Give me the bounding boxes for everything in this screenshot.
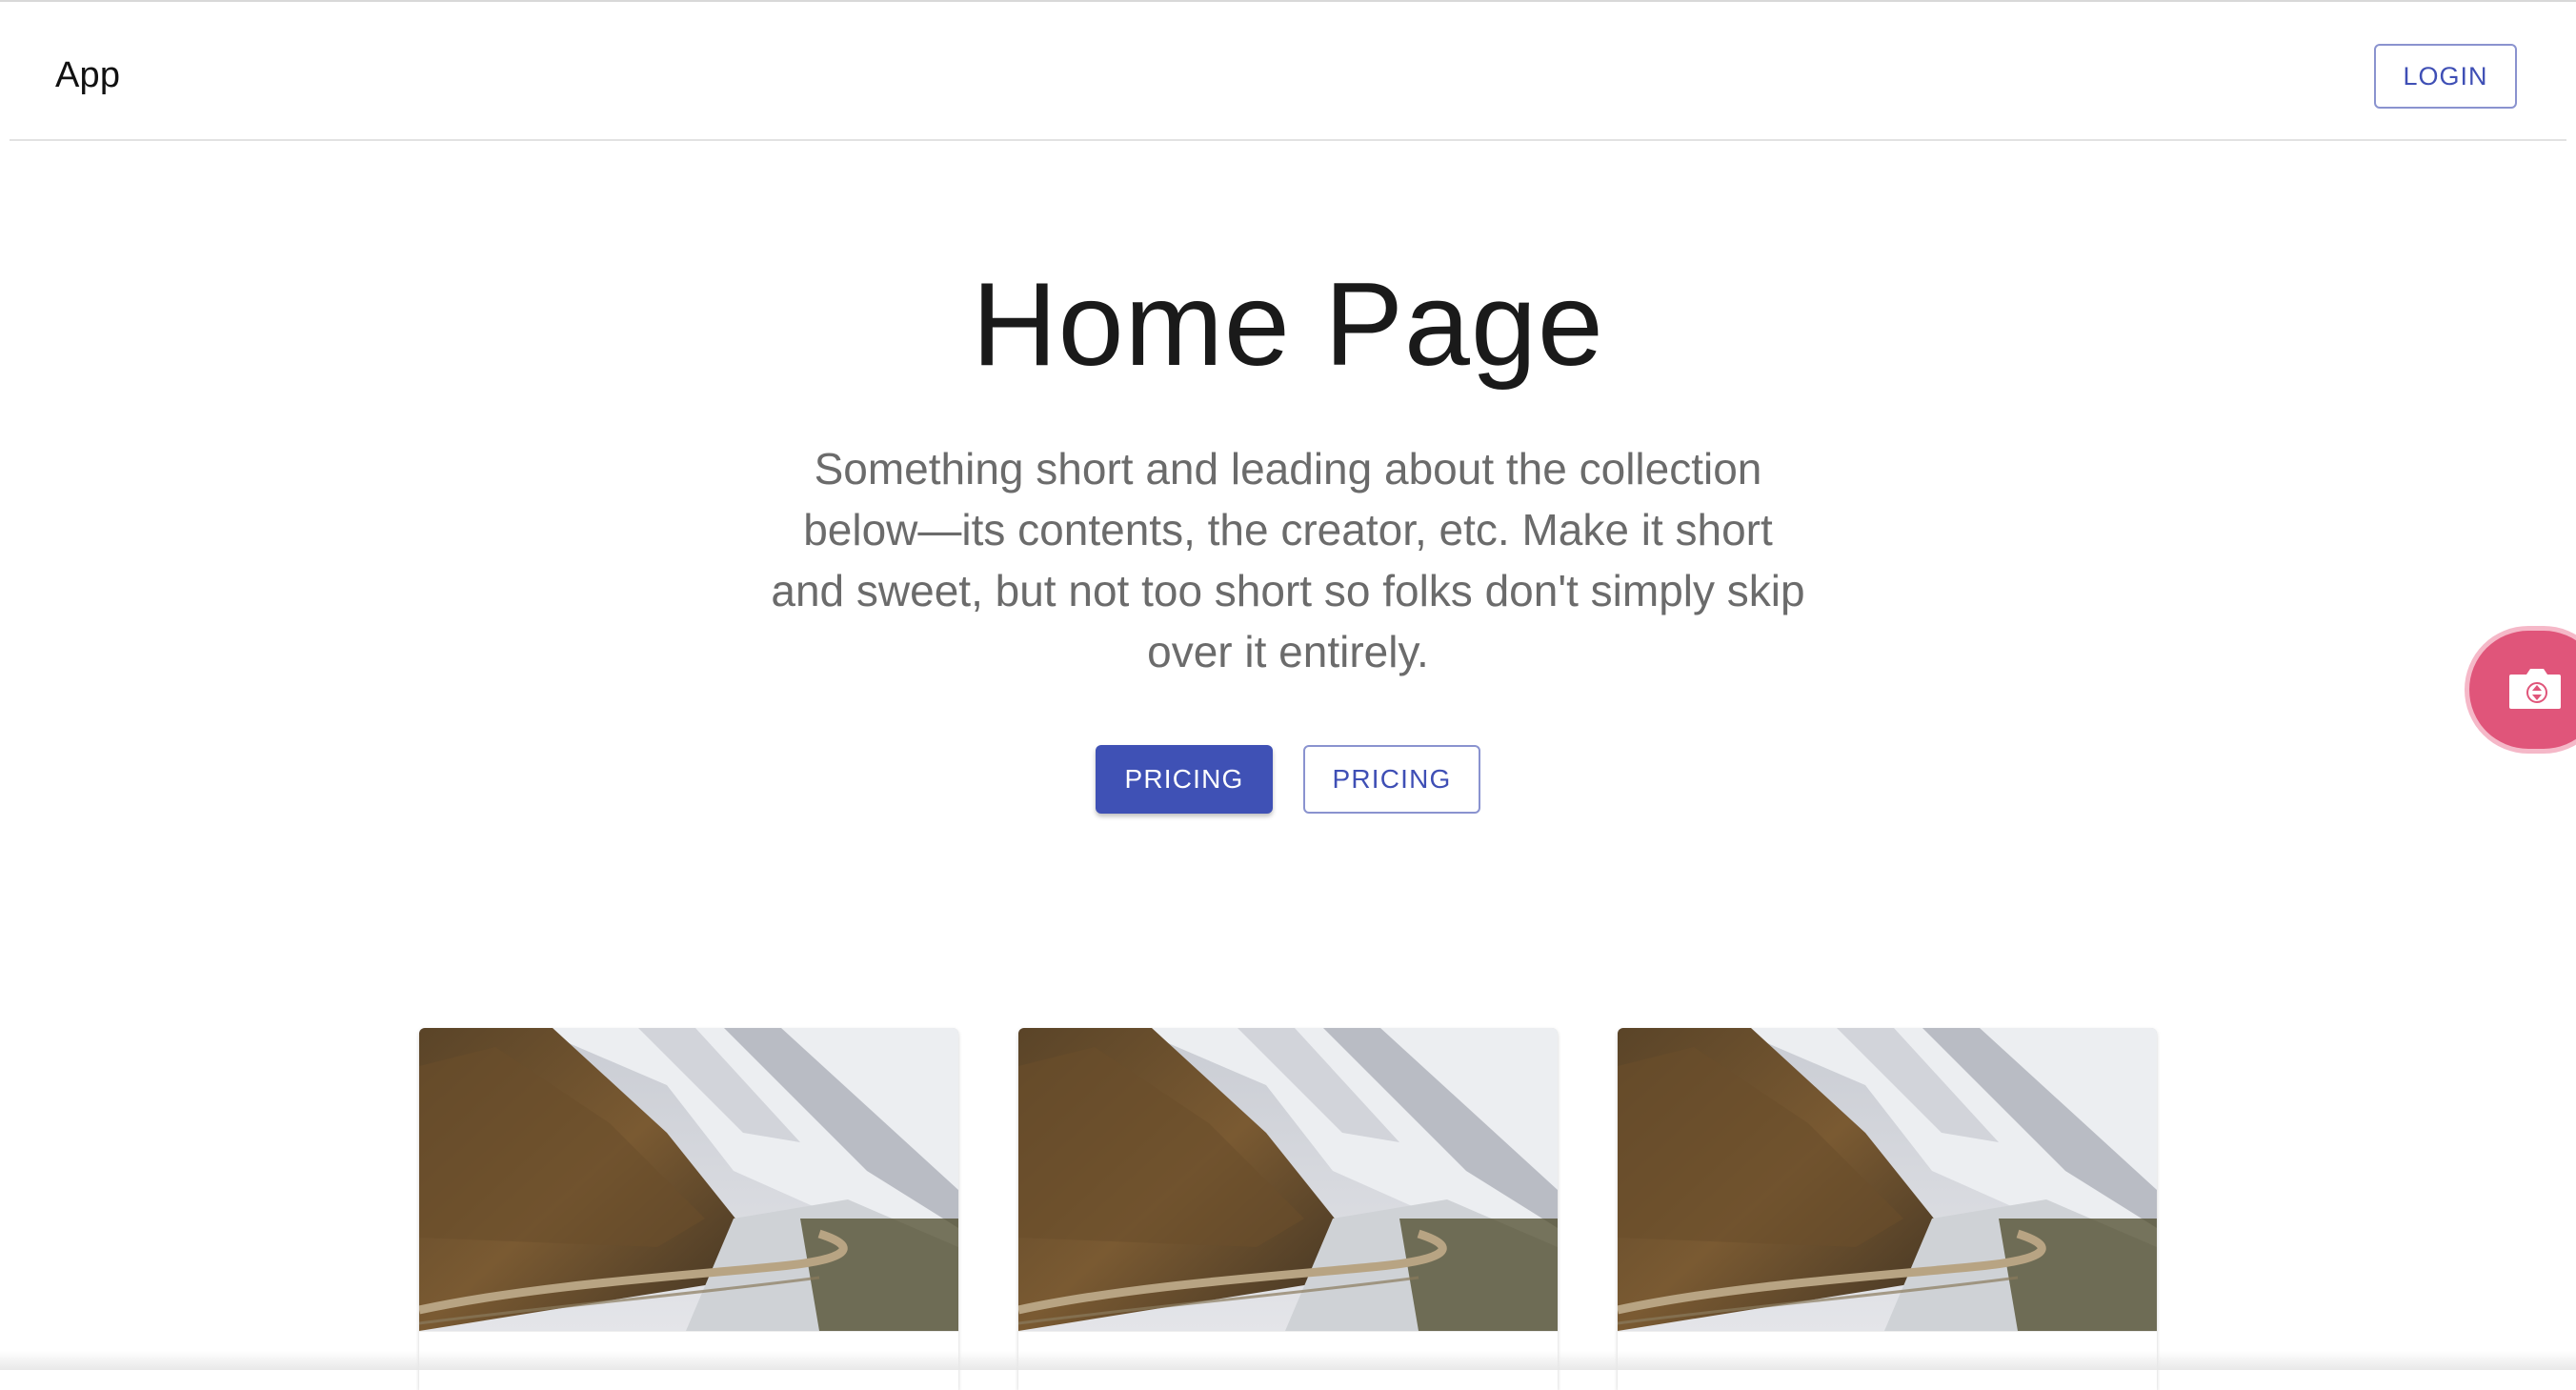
pricing-primary-button[interactable]: PRICING xyxy=(1096,745,1273,814)
pricing-outline-button[interactable]: PRICING xyxy=(1303,745,1480,814)
scroll-fade xyxy=(0,1351,2576,1370)
app-title: App xyxy=(55,55,121,95)
floating-action-button[interactable] xyxy=(2469,631,2576,749)
collection-card[interactable] xyxy=(1618,1028,2157,1390)
collection-card[interactable] xyxy=(1018,1028,1558,1390)
login-button[interactable]: LOGIN xyxy=(2374,44,2517,109)
page-title: Home Page xyxy=(972,259,1604,391)
hero-subtitle: Something short and leading about the co… xyxy=(771,444,1805,676)
mountain-road-image xyxy=(1018,1028,1558,1331)
mountain-road-image xyxy=(419,1028,958,1331)
folder-camera-icon xyxy=(2509,669,2561,709)
collection-card[interactable] xyxy=(419,1028,958,1390)
mountain-road-image xyxy=(1618,1028,2157,1331)
app-bar: App LOGIN xyxy=(10,2,2566,141)
